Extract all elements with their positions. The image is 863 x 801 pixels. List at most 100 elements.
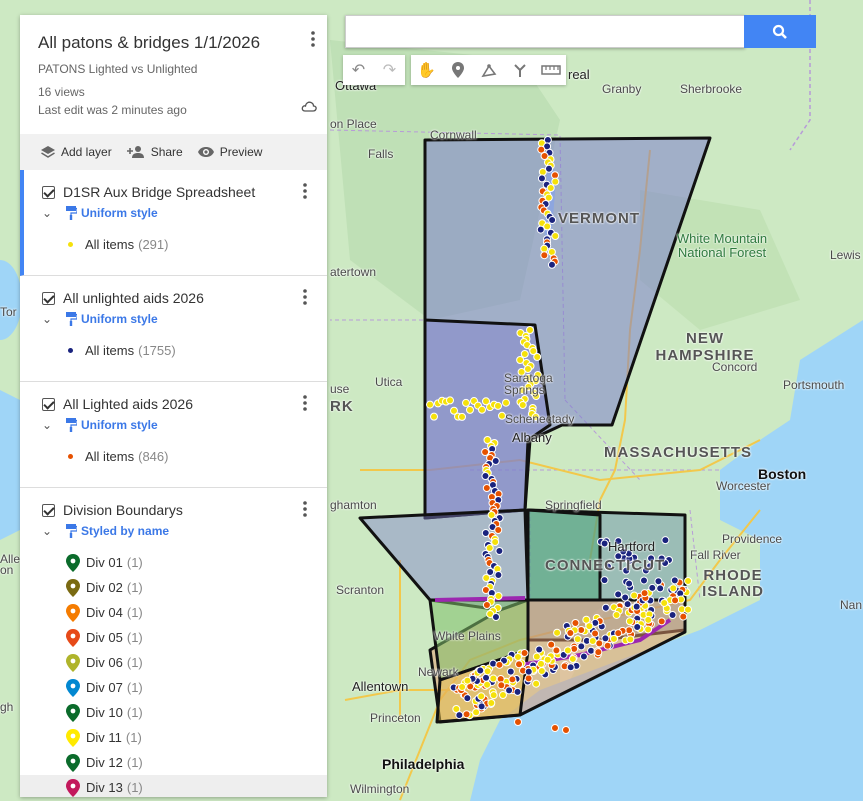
- map-point[interactable]: [603, 641, 612, 650]
- map-point[interactable]: [481, 448, 490, 456]
- division-item[interactable]: Div 10 (1): [20, 700, 327, 725]
- map-point[interactable]: [644, 625, 653, 634]
- map-point[interactable]: [573, 635, 582, 644]
- map-point[interactable]: [563, 646, 572, 655]
- map-point[interactable]: [513, 652, 522, 661]
- map-point[interactable]: [684, 576, 693, 585]
- layer-items[interactable]: All items (291): [20, 220, 327, 252]
- draw-line-button[interactable]: [473, 55, 504, 85]
- map-point[interactable]: [494, 526, 503, 534]
- map-point[interactable]: [477, 692, 486, 701]
- map-point[interactable]: [639, 576, 648, 585]
- map-point[interactable]: [614, 629, 623, 638]
- layer-options-button[interactable]: [303, 501, 307, 522]
- map-point[interactable]: [482, 601, 491, 609]
- map-point[interactable]: [426, 400, 434, 409]
- map-point[interactable]: [537, 145, 546, 154]
- map-point[interactable]: [654, 577, 663, 586]
- map-point[interactable]: [472, 708, 481, 717]
- division-item[interactable]: Div 01 (1): [20, 550, 327, 575]
- map-point[interactable]: [455, 711, 464, 720]
- map-point[interactable]: [588, 636, 597, 645]
- layer-style-link[interactable]: Uniform style: [81, 312, 158, 326]
- map-point[interactable]: [551, 232, 560, 240]
- layer-visibility-checkbox[interactable]: [42, 397, 55, 411]
- map-point[interactable]: [595, 639, 604, 648]
- map-point[interactable]: [446, 396, 454, 405]
- map-point[interactable]: [477, 702, 486, 711]
- division-item[interactable]: Div 02 (1): [20, 575, 327, 600]
- map-point[interactable]: [546, 184, 555, 192]
- map-point[interactable]: [640, 589, 649, 598]
- map-point[interactable]: [562, 726, 570, 734]
- map-point[interactable]: [547, 260, 556, 269]
- map-point[interactable]: [644, 615, 653, 624]
- map-point[interactable]: [623, 600, 632, 609]
- map-point[interactable]: [462, 710, 471, 719]
- pan-button[interactable]: ✋: [411, 55, 442, 85]
- map-point[interactable]: [566, 663, 575, 672]
- map-point[interactable]: [515, 660, 524, 669]
- map-point[interactable]: [536, 225, 545, 234]
- map-point[interactable]: [497, 681, 506, 690]
- layer-d1sr-aux-bridge[interactable]: D1SR Aux Bridge Spreadsheet ⌄ Uniform st…: [20, 170, 327, 276]
- map-point[interactable]: [660, 598, 669, 607]
- map-point[interactable]: [632, 602, 641, 611]
- share-button[interactable]: Share: [126, 145, 183, 159]
- chevron-down-icon[interactable]: ⌄: [42, 206, 54, 220]
- map-point[interactable]: [520, 648, 529, 657]
- map-point[interactable]: [537, 174, 546, 183]
- map-point[interactable]: [538, 168, 547, 176]
- chevron-down-icon[interactable]: ⌄: [42, 312, 54, 326]
- map-point[interactable]: [656, 584, 665, 593]
- map-point[interactable]: [553, 628, 562, 637]
- layer-options-button[interactable]: [303, 395, 307, 416]
- map-point[interactable]: [625, 579, 634, 588]
- map-point[interactable]: [458, 412, 466, 421]
- map-point[interactable]: [630, 591, 639, 600]
- layer-visibility-checkbox[interactable]: [42, 291, 55, 305]
- map-point[interactable]: [463, 694, 472, 703]
- layer-unlighted-aids[interactable]: All unlighted aids 2026 ⌄ Uniform style …: [20, 276, 327, 382]
- layer-options-button[interactable]: [303, 289, 307, 310]
- map-point[interactable]: [551, 177, 560, 186]
- map-point[interactable]: [587, 646, 596, 655]
- map-point[interactable]: [533, 353, 542, 361]
- map-point[interactable]: [466, 405, 474, 414]
- map-point[interactable]: [476, 666, 485, 675]
- map-point[interactable]: [505, 686, 514, 695]
- map-point[interactable]: [657, 617, 666, 626]
- map-point[interactable]: [633, 623, 642, 632]
- map-point[interactable]: [524, 667, 533, 676]
- map-point[interactable]: [621, 593, 630, 602]
- map-point[interactable]: [626, 635, 635, 644]
- map-point[interactable]: [661, 536, 670, 545]
- layer-name[interactable]: Division Boundarys: [63, 502, 183, 518]
- map-point[interactable]: [543, 222, 552, 231]
- layer-items[interactable]: All items (1755): [20, 326, 327, 358]
- division-item[interactable]: Div 05 (1): [20, 625, 327, 650]
- map-point[interactable]: [601, 634, 610, 643]
- map-point[interactable]: [489, 659, 498, 668]
- search-input[interactable]: [345, 15, 745, 48]
- layer-visibility-checkbox[interactable]: [42, 185, 55, 199]
- map-point[interactable]: [495, 547, 504, 555]
- map-point[interactable]: [458, 683, 467, 692]
- map-point[interactable]: [582, 615, 591, 624]
- measure-button[interactable]: [535, 55, 566, 85]
- layer-visibility-checkbox[interactable]: [42, 503, 55, 517]
- map-point[interactable]: [491, 457, 500, 465]
- map-point[interactable]: [502, 398, 510, 407]
- map-point[interactable]: [535, 645, 544, 654]
- map-point[interactable]: [463, 676, 472, 685]
- map-point[interactable]: [489, 674, 498, 683]
- chevron-down-icon[interactable]: ⌄: [42, 524, 54, 538]
- layer-options-button[interactable]: [303, 183, 307, 204]
- map-point[interactable]: [494, 401, 502, 410]
- division-item[interactable]: Div 06 (1): [20, 650, 327, 675]
- map-point[interactable]: [430, 412, 438, 421]
- preview-button[interactable]: Preview: [197, 145, 262, 159]
- map-point[interactable]: [482, 484, 491, 492]
- add-layer-button[interactable]: Add layer: [40, 145, 112, 159]
- map-options-button[interactable]: [311, 31, 315, 52]
